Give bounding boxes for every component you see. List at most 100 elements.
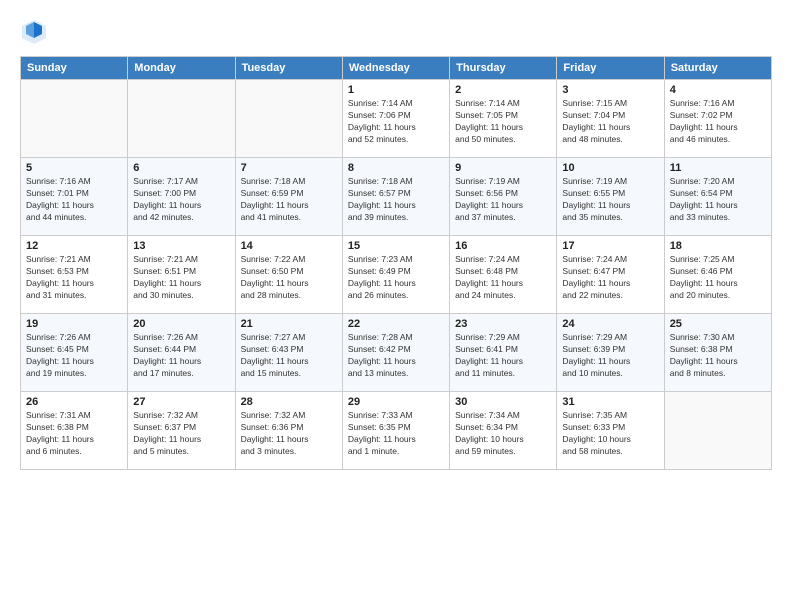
day-info: Sunrise: 7:29 AM Sunset: 6:41 PM Dayligh… (455, 332, 551, 380)
day-info: Sunrise: 7:20 AM Sunset: 6:54 PM Dayligh… (670, 176, 766, 224)
day-cell: 15 Sunrise: 7:23 AM Sunset: 6:49 PM Dayli… (342, 236, 449, 314)
day-info: Sunrise: 7:16 AM Sunset: 7:01 PM Dayligh… (26, 176, 122, 224)
day-number: 22 (348, 318, 444, 330)
day-info: Sunrise: 7:31 AM Sunset: 6:38 PM Dayligh… (26, 410, 122, 458)
day-cell: 10 Sunrise: 7:19 AM Sunset: 6:55 PM Dayli… (557, 158, 664, 236)
day-number: 27 (133, 396, 229, 408)
week-row-1: 1Sunrise: 7:14 AM Sunset: 7:06 PM Daylig… (21, 80, 772, 158)
day-number: 8 (348, 162, 444, 174)
day-cell: 30 Sunrise: 7:34 AM Sunset: 6:34 PM Dayli… (450, 392, 557, 470)
week-row-5: 26 Sunrise: 7:31 AM Sunset: 6:38 PM Dayli… (21, 392, 772, 470)
day-cell: 3Sunrise: 7:15 AM Sunset: 7:04 PM Daylig… (557, 80, 664, 158)
weekday-wednesday: Wednesday (342, 57, 449, 80)
day-info: Sunrise: 7:29 AM Sunset: 6:39 PM Dayligh… (562, 332, 658, 380)
day-info: Sunrise: 7:14 AM Sunset: 7:06 PM Dayligh… (348, 98, 444, 146)
logo (20, 18, 52, 46)
day-number: 12 (26, 240, 122, 252)
day-cell (21, 80, 128, 158)
day-info: Sunrise: 7:25 AM Sunset: 6:46 PM Dayligh… (670, 254, 766, 302)
day-number: 10 (562, 162, 658, 174)
day-cell: 9 Sunrise: 7:19 AM Sunset: 6:56 PM Daylig… (450, 158, 557, 236)
weekday-header-row: SundayMondayTuesdayWednesdayThursdayFrid… (21, 57, 772, 80)
day-cell: 14 Sunrise: 7:22 AM Sunset: 6:50 PM Dayli… (235, 236, 342, 314)
day-number: 29 (348, 396, 444, 408)
day-info: Sunrise: 7:23 AM Sunset: 6:49 PM Dayligh… (348, 254, 444, 302)
day-info: Sunrise: 7:21 AM Sunset: 6:53 PM Dayligh… (26, 254, 122, 302)
day-cell: 25Sunrise: 7:30 AM Sunset: 6:38 PM Dayli… (664, 314, 771, 392)
day-number: 3 (562, 84, 658, 96)
day-number: 24 (562, 318, 658, 330)
week-row-4: 19 Sunrise: 7:26 AM Sunset: 6:45 PM Dayli… (21, 314, 772, 392)
day-info: Sunrise: 7:19 AM Sunset: 6:55 PM Dayligh… (562, 176, 658, 224)
day-cell: 11 Sunrise: 7:20 AM Sunset: 6:54 PM Dayli… (664, 158, 771, 236)
weekday-friday: Friday (557, 57, 664, 80)
day-number: 17 (562, 240, 658, 252)
day-cell (664, 392, 771, 470)
day-cell: 16 Sunrise: 7:24 AM Sunset: 6:48 PM Dayli… (450, 236, 557, 314)
weekday-monday: Monday (128, 57, 235, 80)
day-cell: 23Sunrise: 7:29 AM Sunset: 6:41 PM Dayli… (450, 314, 557, 392)
day-number: 5 (26, 162, 122, 174)
day-cell: 27 Sunrise: 7:32 AM Sunset: 6:37 PM Dayli… (128, 392, 235, 470)
day-info: Sunrise: 7:32 AM Sunset: 6:37 PM Dayligh… (133, 410, 229, 458)
day-cell: 2Sunrise: 7:14 AM Sunset: 7:05 PM Daylig… (450, 80, 557, 158)
day-cell: 18 Sunrise: 7:25 AM Sunset: 6:46 PM Dayli… (664, 236, 771, 314)
day-cell: 12 Sunrise: 7:21 AM Sunset: 6:53 PM Dayli… (21, 236, 128, 314)
day-info: Sunrise: 7:32 AM Sunset: 6:36 PM Dayligh… (241, 410, 337, 458)
day-cell: 6 Sunrise: 7:17 AM Sunset: 7:00 PM Daylig… (128, 158, 235, 236)
day-cell: 24 Sunrise: 7:29 AM Sunset: 6:39 PM Dayli… (557, 314, 664, 392)
weekday-thursday: Thursday (450, 57, 557, 80)
day-info: Sunrise: 7:24 AM Sunset: 6:48 PM Dayligh… (455, 254, 551, 302)
day-number: 31 (562, 396, 658, 408)
day-cell: 21 Sunrise: 7:27 AM Sunset: 6:43 PM Dayli… (235, 314, 342, 392)
day-number: 14 (241, 240, 337, 252)
day-info: Sunrise: 7:18 AM Sunset: 6:59 PM Dayligh… (241, 176, 337, 224)
day-cell (128, 80, 235, 158)
day-info: Sunrise: 7:17 AM Sunset: 7:00 PM Dayligh… (133, 176, 229, 224)
day-number: 21 (241, 318, 337, 330)
day-cell: 4 Sunrise: 7:16 AM Sunset: 7:02 PM Daylig… (664, 80, 771, 158)
day-number: 30 (455, 396, 551, 408)
day-info: Sunrise: 7:22 AM Sunset: 6:50 PM Dayligh… (241, 254, 337, 302)
header (20, 18, 772, 46)
day-number: 26 (26, 396, 122, 408)
day-number: 13 (133, 240, 229, 252)
day-info: Sunrise: 7:18 AM Sunset: 6:57 PM Dayligh… (348, 176, 444, 224)
calendar-table: SundayMondayTuesdayWednesdayThursdayFrid… (20, 56, 772, 470)
week-row-3: 12 Sunrise: 7:21 AM Sunset: 6:53 PM Dayli… (21, 236, 772, 314)
day-cell: 31Sunrise: 7:35 AM Sunset: 6:33 PM Dayli… (557, 392, 664, 470)
day-info: Sunrise: 7:19 AM Sunset: 6:56 PM Dayligh… (455, 176, 551, 224)
day-cell: 8 Sunrise: 7:18 AM Sunset: 6:57 PM Daylig… (342, 158, 449, 236)
day-cell: 26 Sunrise: 7:31 AM Sunset: 6:38 PM Dayli… (21, 392, 128, 470)
day-cell (235, 80, 342, 158)
day-info: Sunrise: 7:24 AM Sunset: 6:47 PM Dayligh… (562, 254, 658, 302)
day-cell: 19 Sunrise: 7:26 AM Sunset: 6:45 PM Dayli… (21, 314, 128, 392)
day-info: Sunrise: 7:16 AM Sunset: 7:02 PM Dayligh… (670, 98, 766, 146)
day-info: Sunrise: 7:34 AM Sunset: 6:34 PM Dayligh… (455, 410, 551, 458)
day-number: 28 (241, 396, 337, 408)
day-cell: 1Sunrise: 7:14 AM Sunset: 7:06 PM Daylig… (342, 80, 449, 158)
day-number: 18 (670, 240, 766, 252)
day-cell: 5 Sunrise: 7:16 AM Sunset: 7:01 PM Daylig… (21, 158, 128, 236)
week-row-2: 5 Sunrise: 7:16 AM Sunset: 7:01 PM Daylig… (21, 158, 772, 236)
day-number: 4 (670, 84, 766, 96)
day-info: Sunrise: 7:26 AM Sunset: 6:44 PM Dayligh… (133, 332, 229, 380)
day-cell: 28 Sunrise: 7:32 AM Sunset: 6:36 PM Dayli… (235, 392, 342, 470)
day-number: 11 (670, 162, 766, 174)
day-cell: 13 Sunrise: 7:21 AM Sunset: 6:51 PM Dayli… (128, 236, 235, 314)
page: SundayMondayTuesdayWednesdayThursdayFrid… (0, 0, 792, 612)
day-number: 15 (348, 240, 444, 252)
day-info: Sunrise: 7:27 AM Sunset: 6:43 PM Dayligh… (241, 332, 337, 380)
day-cell: 20 Sunrise: 7:26 AM Sunset: 6:44 PM Dayli… (128, 314, 235, 392)
day-cell: 29 Sunrise: 7:33 AM Sunset: 6:35 PM Dayli… (342, 392, 449, 470)
day-cell: 17 Sunrise: 7:24 AM Sunset: 6:47 PM Dayli… (557, 236, 664, 314)
day-number: 6 (133, 162, 229, 174)
day-number: 16 (455, 240, 551, 252)
day-info: Sunrise: 7:30 AM Sunset: 6:38 PM Dayligh… (670, 332, 766, 380)
day-number: 20 (133, 318, 229, 330)
day-info: Sunrise: 7:26 AM Sunset: 6:45 PM Dayligh… (26, 332, 122, 380)
day-info: Sunrise: 7:21 AM Sunset: 6:51 PM Dayligh… (133, 254, 229, 302)
day-info: Sunrise: 7:33 AM Sunset: 6:35 PM Dayligh… (348, 410, 444, 458)
day-number: 9 (455, 162, 551, 174)
day-number: 19 (26, 318, 122, 330)
